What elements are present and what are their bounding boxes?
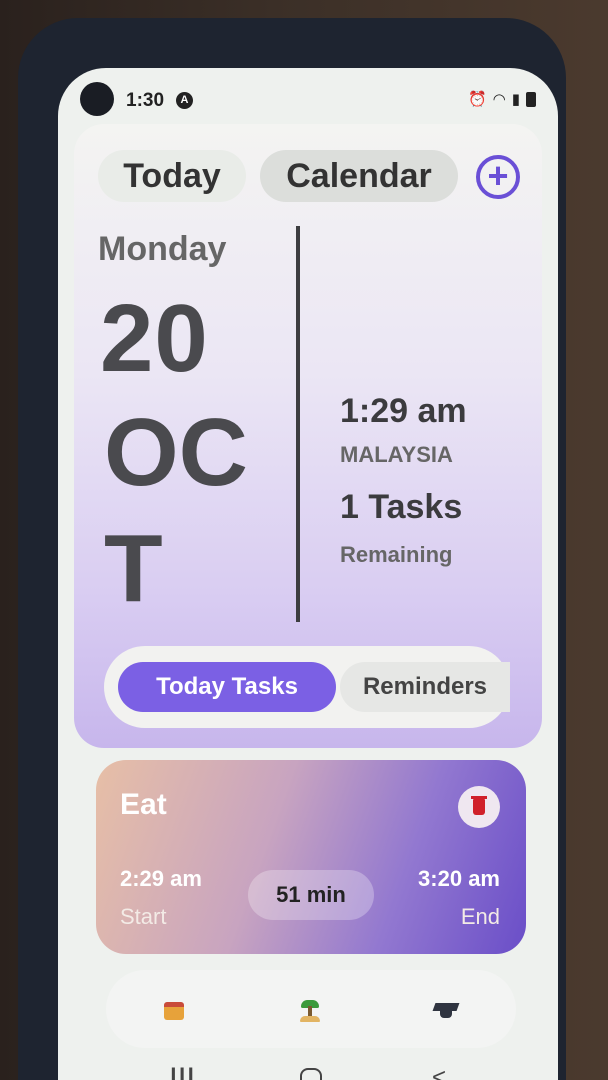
bottom-nav <box>106 970 516 1048</box>
add-task-button[interactable]: + <box>476 155 520 199</box>
task-end-label: End <box>460 904 500 929</box>
camera-cutout <box>80 82 114 116</box>
calendar-icon <box>164 1001 184 1020</box>
system-nav-bar: ||| < <box>58 1056 558 1080</box>
status-time: 1:30 <box>126 90 165 111</box>
header-card: Today Calendar + Monday 20 OC T 1:29 am … <box>74 124 542 748</box>
task-card[interactable]: Eat 2:29 am Start 51 min 3:20 am End <box>96 760 526 954</box>
tab-calendar[interactable]: Calendar <box>260 150 458 202</box>
task-duration: 51 min <box>248 870 374 920</box>
day-number: 20 <box>100 285 209 392</box>
alarm-icon: ⏰ <box>467 91 487 108</box>
segment-today-tasks[interactable]: Today Tasks <box>118 662 336 712</box>
task-start-label: Start <box>120 904 167 929</box>
weekday-label: Monday <box>98 230 227 268</box>
signal-icon: ▮ <box>511 91 520 108</box>
month-label-line1: OC <box>104 399 248 506</box>
vertical-divider <box>296 226 300 622</box>
task-end-time: 3:20 am <box>418 866 500 891</box>
task-start-time: 2:29 am <box>120 866 202 891</box>
month-label-line2: T <box>104 515 163 622</box>
graduation-cap-icon <box>432 1001 460 1021</box>
island-icon <box>299 999 321 1022</box>
back-button[interactable]: < <box>432 1064 446 1080</box>
tasks-count: 1 Tasks <box>340 488 463 526</box>
battery-icon <box>526 91 536 107</box>
screen: 1:30 A ⏰ ◠ ▮ Today Calendar + Monday 20 … <box>58 68 558 1080</box>
timezone-country: MALAYSIA <box>340 442 453 467</box>
delete-task-button[interactable] <box>458 786 500 828</box>
plus-circle-icon: + <box>487 155 509 196</box>
status-icons: ⏰ ◠ ▮ <box>468 90 536 108</box>
trash-icon <box>471 796 487 815</box>
nav-island-button[interactable] <box>288 988 332 1032</box>
remaining-label: Remaining <box>340 542 453 567</box>
notification-badge: A <box>176 92 193 109</box>
nav-learn-button[interactable] <box>424 988 468 1032</box>
current-time: 1:29 am <box>340 392 467 430</box>
home-button[interactable] <box>300 1068 322 1080</box>
nav-calendar-button[interactable] <box>152 988 196 1032</box>
task-segment-control: Today Tasks Reminders <box>104 646 510 728</box>
task-title: Eat <box>120 788 167 821</box>
phone-frame: 1:30 A ⏰ ◠ ▮ Today Calendar + Monday 20 … <box>18 18 566 1080</box>
wifi-icon: ◠ <box>492 91 506 108</box>
segment-reminders[interactable]: Reminders <box>340 662 510 712</box>
tab-today[interactable]: Today <box>98 150 246 202</box>
recent-apps-button[interactable]: ||| <box>170 1064 196 1080</box>
